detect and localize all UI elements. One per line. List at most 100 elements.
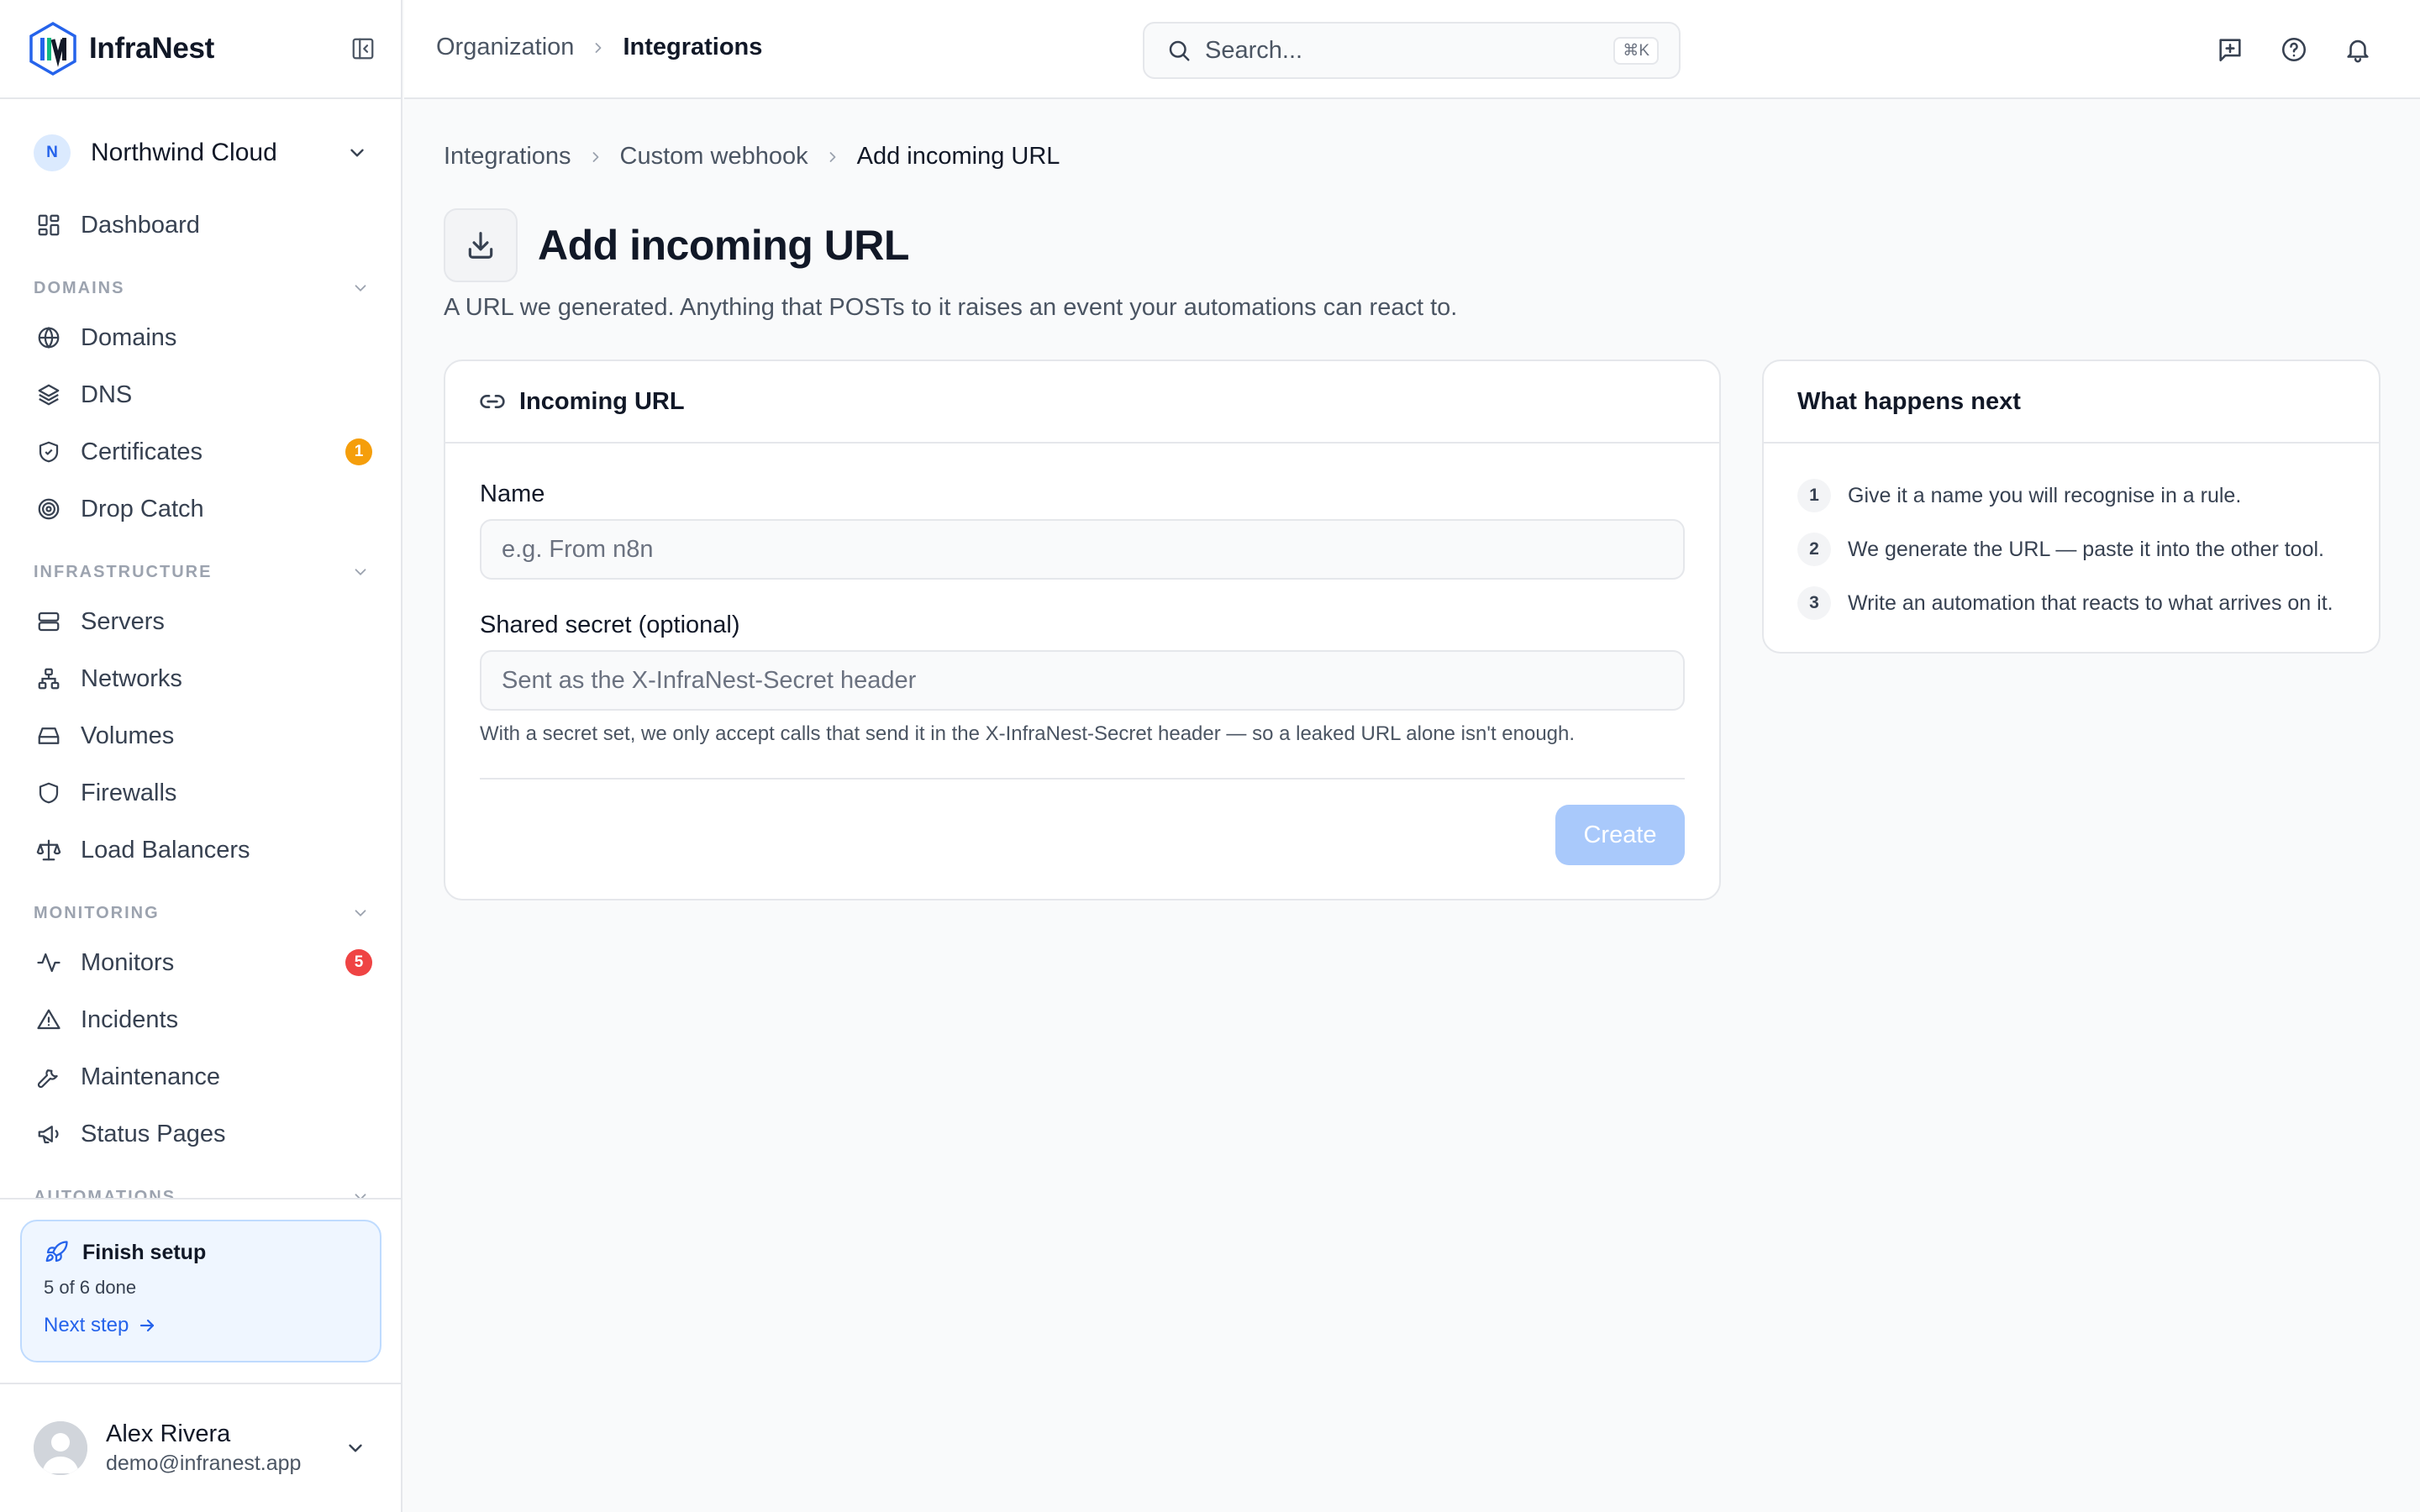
sidebar-item-servers[interactable]: Servers: [34, 598, 372, 645]
sidebar-item-label: Domains: [81, 323, 177, 351]
sidebar-item-label: Incidents: [81, 1005, 179, 1033]
sidebar-item-status-pages[interactable]: Status Pages: [34, 1110, 372, 1158]
sidebar-item-label: Volumes: [81, 722, 175, 749]
step-text: Write an automation that reacts to what …: [1848, 591, 2333, 615]
org-avatar: N: [34, 134, 71, 171]
server-icon: [34, 606, 64, 637]
step-number: 2: [1797, 533, 1831, 566]
create-button[interactable]: Create: [1555, 805, 1685, 865]
chevron-down-icon: [342, 138, 372, 168]
shield-icon: [34, 778, 64, 808]
next-step-link[interactable]: Next step: [44, 1314, 358, 1337]
card-title: What happens next: [1797, 387, 2021, 415]
chevron-right-icon: [589, 39, 608, 57]
top-breadcrumb: Organization Integrations: [436, 34, 762, 61]
section-title: INFRASTRUCTURE: [34, 562, 213, 581]
network-icon: [34, 664, 64, 694]
incoming-url-card: Incoming URL Name Shared secret (optiona…: [444, 360, 1721, 900]
target-icon: [34, 494, 64, 524]
sidebar-item-label: Monitors: [81, 948, 175, 976]
topbar: Organization Integrations Search... ⌘K: [404, 0, 2420, 99]
org-name: Northwind Cloud: [91, 139, 277, 166]
sidebar-item-dashboard[interactable]: Dashboard: [34, 202, 372, 249]
layers-icon: [34, 380, 64, 410]
step-number: 1: [1797, 479, 1831, 512]
chevron-right-icon: [587, 148, 605, 166]
sidebar-collapse-icon[interactable]: [349, 34, 377, 63]
sidebar: InfraNest N Northwind Cloud Dashboard DO…: [0, 0, 402, 1512]
sidebar-item-label: Firewalls: [81, 779, 177, 806]
step-text: Give it a name you will recognise in a r…: [1848, 483, 2242, 507]
crumb-organization[interactable]: Organization: [436, 34, 574, 61]
list-item: 3 Write an automation that reacts to wha…: [1797, 586, 2354, 620]
next-step-label: Next step: [44, 1314, 129, 1336]
name-field[interactable]: [480, 519, 1685, 580]
secret-label: Shared secret (optional): [480, 612, 740, 638]
link-icon: [479, 388, 506, 415]
globe-icon: [34, 323, 64, 353]
section-infrastructure[interactable]: INFRASTRUCTURE: [34, 559, 372, 585]
section-domains[interactable]: DOMAINS: [34, 276, 372, 301]
sidebar-item-label: DNS: [81, 381, 133, 408]
sidebar-item-maintenance[interactable]: Maintenance: [34, 1053, 372, 1100]
sidebar-item-firewalls[interactable]: Firewalls: [34, 769, 372, 816]
crumb-integrations[interactable]: Integrations: [444, 143, 571, 171]
name-label: Name: [480, 480, 545, 507]
bell-icon[interactable]: [2342, 34, 2374, 66]
finish-setup-card[interactable]: Finish setup 5 of 6 done Next step: [20, 1220, 381, 1362]
sidebar-item-label: Maintenance: [81, 1063, 221, 1090]
user-menu[interactable]: Alex Rivera demo@infranest.app: [0, 1383, 401, 1512]
section-title: DOMAINS: [34, 278, 125, 297]
help-icon[interactable]: [2278, 34, 2310, 66]
what-happens-next-card: What happens next 1 Give it a name you w…: [1762, 360, 2381, 654]
sidebar-item-label: Servers: [81, 607, 165, 635]
brand: InfraNest: [0, 0, 402, 99]
infranest-logo-icon[interactable]: [27, 21, 79, 76]
sidebar-item-networks[interactable]: Networks: [34, 655, 372, 702]
sidebar-item-dns[interactable]: DNS: [34, 371, 372, 418]
sidebar-item-incidents[interactable]: Incidents: [34, 996, 372, 1043]
breadcrumb: Integrations Custom webhook Add incoming…: [444, 143, 1060, 171]
org-switcher[interactable]: N Northwind Cloud: [34, 129, 372, 176]
section-title: MONITORING: [34, 903, 160, 922]
sidebar-item-monitors[interactable]: Monitors 5: [34, 939, 372, 986]
page-header: Add incoming URL: [444, 208, 909, 282]
user-email: demo@infranest.app: [106, 1452, 302, 1475]
sidebar-item-volumes[interactable]: Volumes: [34, 712, 372, 759]
sidebar-item-drop-catch[interactable]: Drop Catch: [34, 486, 372, 533]
crumb-custom-webhook[interactable]: Custom webhook: [620, 143, 808, 171]
search-icon: [1165, 36, 1193, 65]
sidebar-item-label: Certificates: [81, 438, 203, 465]
chevron-down-icon: [349, 276, 372, 300]
shield-check-icon: [34, 437, 64, 467]
user-name: Alex Rivera: [106, 1420, 231, 1447]
list-item: 1 Give it a name you will recognise in a…: [1797, 479, 2354, 512]
list-item: 2 We generate the URL — paste it into th…: [1797, 533, 2354, 566]
card-header: Incoming URL: [445, 361, 1719, 444]
card-title: Incoming URL: [519, 387, 685, 415]
arrow-right-icon: [137, 1315, 157, 1336]
megaphone-icon: [34, 1119, 64, 1149]
chevron-right-icon: [823, 148, 842, 166]
secret-hint: With a secret set, we only accept calls …: [480, 722, 1576, 745]
main-content: Integrations Custom webhook Add incoming…: [404, 101, 2420, 1512]
sidebar-item-label: Load Balancers: [81, 836, 250, 864]
sidebar-item-certificates[interactable]: Certificates 1: [34, 428, 372, 475]
search-placeholder: Search...: [1205, 36, 1303, 64]
page-title: Add incoming URL: [538, 222, 909, 269]
hard-drive-icon: [34, 721, 64, 751]
monitors-count-badge: 5: [345, 949, 372, 976]
search-input[interactable]: Search... ⌘K: [1143, 22, 1681, 79]
certificates-count-badge: 1: [345, 438, 372, 465]
chevron-down-icon: [349, 901, 372, 925]
sidebar-item-label: Status Pages: [81, 1120, 226, 1147]
brand-name: InfraNest: [89, 32, 215, 65]
sidebar-item-load-balancers[interactable]: Load Balancers: [34, 827, 372, 874]
activity-icon: [34, 948, 64, 978]
feedback-icon[interactable]: [2214, 34, 2246, 66]
secret-field[interactable]: [480, 650, 1685, 711]
crumb-integrations: Integrations: [623, 34, 763, 60]
sidebar-item-domains[interactable]: Domains: [34, 314, 372, 361]
card-header: What happens next: [1764, 361, 2379, 444]
section-monitoring[interactable]: MONITORING: [34, 900, 372, 926]
